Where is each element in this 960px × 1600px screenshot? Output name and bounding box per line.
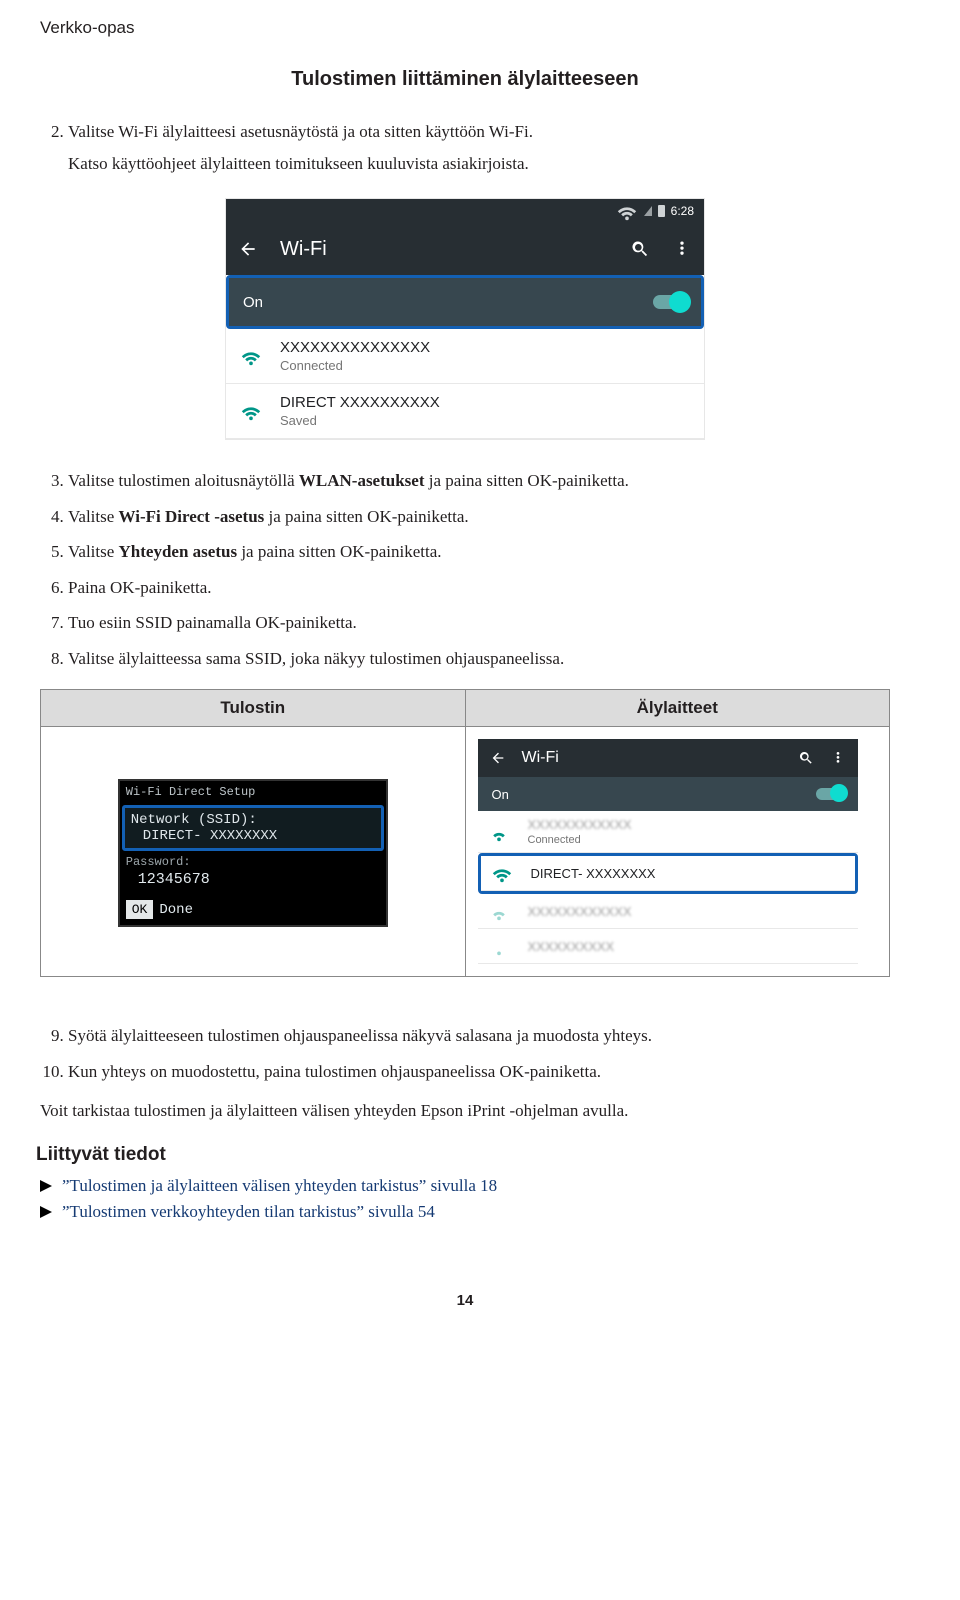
lcd-value: DIRECT- XXXXXXXX <box>131 828 375 844</box>
step-7: Tuo esiin SSID painamalla OK-painiketta. <box>68 610 890 636</box>
lcd-done: Done <box>159 902 193 918</box>
t: ja paina sitten OK-painiketta. <box>264 507 468 526</box>
phone-header: Wi-Fi <box>226 223 704 275</box>
t: Valitse tulostimen aloitusnäytöllä <box>68 471 299 490</box>
network-ssid: XXXXXXXXXXXXXXX <box>280 339 430 356</box>
wifi-icon <box>240 400 262 422</box>
doc-title: Verkko-opas <box>40 18 890 38</box>
step-10: Kun yhteys on muodostettu, paina tulosti… <box>68 1059 890 1085</box>
on-toggle-highlight: On <box>226 275 704 329</box>
lcd-value: 12345678 <box>120 871 386 894</box>
th-printer: Tulostin <box>41 690 466 727</box>
related-item-2: ”Tulostimen verkkoyhteyden tilan tarkist… <box>40 1202 890 1222</box>
lcd-highlight: Network (SSID): DIRECT- XXXXXXXX <box>122 805 384 851</box>
lcd-label: Password: <box>120 853 386 871</box>
related-item-1: ”Tulostimen ja älylaitteen välisen yhtey… <box>40 1176 890 1196</box>
printer-lcd: Wi-Fi Direct Setup Network (SSID): DIREC… <box>118 779 388 927</box>
on-row[interactable]: On <box>229 278 701 326</box>
search-icon[interactable] <box>630 239 650 259</box>
td-device: Wi-Fi On <box>465 727 890 977</box>
wifi-icon <box>488 900 510 922</box>
direct-highlight: DIRECT- XXXXXXXX <box>478 853 858 894</box>
network-ssid: DIRECT XXXXXXXXXX <box>280 394 440 411</box>
td-printer: Wi-Fi Direct Setup Network (SSID): DIREC… <box>41 727 466 977</box>
lcd-ok: OK <box>126 900 154 919</box>
step-5: Valitse Yhteyden asetus ja paina sitten … <box>68 539 890 565</box>
t: Valitse <box>68 542 119 561</box>
arrow-icon <box>40 1180 52 1192</box>
lcd-label: Network (SSID): <box>131 812 375 828</box>
step-list-c: Syötä älylaitteeseen tulostimen ohjauspa… <box>68 1023 890 1084</box>
closing-para: Voit tarkistaa tulostimen ja älylaitteen… <box>40 1098 890 1124</box>
related-title: Liittyvät tiedot <box>36 1144 890 1166</box>
step-4: Valitse Wi-Fi Direct -asetus ja paina si… <box>68 504 890 530</box>
related-link-2[interactable]: ”Tulostimen verkkoyhteyden tilan tarkist… <box>62 1202 435 1222</box>
network-status: Saved <box>280 413 440 428</box>
t: ja paina sitten OK-painiketta. <box>237 542 441 561</box>
th-device: Älylaitteet <box>465 690 890 727</box>
wifi-icon <box>488 935 510 957</box>
search-icon[interactable] <box>798 750 814 766</box>
ssid-blur: XXXXXXXXXX <box>528 939 615 954</box>
wifi-small-icon <box>616 200 638 222</box>
t: Yhteyden asetus <box>119 542 238 561</box>
on-label: On <box>243 294 263 311</box>
network-row-2[interactable]: DIRECT XXXXXXXXXX Saved <box>226 384 704 439</box>
on-label: On <box>492 787 509 802</box>
phone-header: Wi-Fi <box>478 739 858 777</box>
step-9: Syötä älylaitteeseen tulostimen ohjauspa… <box>68 1023 890 1049</box>
phone-figure-1: 6:28 Wi-Fi On <box>225 198 705 440</box>
step-2-text: Valitse Wi-Fi älylaitteesi asetusnäytöst… <box>68 122 533 141</box>
network-ssid: DIRECT- XXXXXXXX <box>531 866 656 881</box>
phone-statusbar: 6:28 <box>226 199 704 223</box>
network-row-1[interactable]: XXXXXXXXXXXXXXX Connected <box>226 329 704 384</box>
section-title: Tulostimen liittäminen älylaitteeseen <box>40 68 890 91</box>
network-row-direct[interactable]: DIRECT- XXXXXXXX <box>481 856 855 891</box>
on-row[interactable]: On <box>478 777 858 811</box>
step-6: Paina OK-painiketta. <box>68 575 890 601</box>
t: Valitse <box>68 507 119 526</box>
battery-icon <box>658 205 665 217</box>
back-icon[interactable] <box>238 239 258 259</box>
page-number: 14 <box>40 1292 890 1309</box>
network-row-blur-1[interactable]: XXXXXXXXXXXX Connected <box>478 811 858 853</box>
phone-figure-2: Wi-Fi On <box>478 739 858 964</box>
ssid-blur: XXXXXXXXXXXX <box>528 817 632 832</box>
t: ja paina sitten OK-painiketta. <box>425 471 629 490</box>
step-3: Valitse tulostimen aloitusnäytöllä WLAN-… <box>68 468 890 494</box>
network-row-blur-2[interactable]: XXXXXXXXXXXX <box>478 894 858 929</box>
wifi-icon <box>491 862 513 884</box>
related-list: ”Tulostimen ja älylaitteen välisen yhtey… <box>40 1176 890 1222</box>
more-icon[interactable] <box>672 239 692 259</box>
related-link-1[interactable]: ”Tulostimen ja älylaitteen välisen yhtey… <box>62 1176 497 1196</box>
wifi-icon <box>488 821 510 843</box>
clock-text: 6:28 <box>671 204 694 218</box>
back-icon[interactable] <box>490 750 506 766</box>
phone-title: Wi-Fi <box>522 749 559 767</box>
step-8: Valitse älylaitteessa sama SSID, joka nä… <box>68 646 890 672</box>
wifi-toggle[interactable] <box>653 295 687 309</box>
lcd-title: Wi-Fi Direct Setup <box>120 781 386 803</box>
more-icon[interactable] <box>830 750 846 766</box>
step-list-a: Valitse Wi-Fi älylaitteesi asetusnäytöst… <box>68 119 890 176</box>
wifi-icon <box>240 345 262 367</box>
step-2-sub: Katso käyttöohjeet älylaitteen toimituks… <box>68 151 890 177</box>
arrow-icon <box>40 1206 52 1218</box>
phone-title: Wi-Fi <box>280 238 327 261</box>
network-row-blur-3[interactable]: XXXXXXXXXX <box>478 929 858 964</box>
signal-icon <box>644 206 652 216</box>
wifi-toggle[interactable] <box>816 788 844 800</box>
network-status: Connected <box>528 834 632 846</box>
t: WLAN-asetukset <box>299 471 425 490</box>
ssid-blur: XXXXXXXXXXXX <box>528 904 632 919</box>
step-2: Valitse Wi-Fi älylaitteesi asetusnäytöst… <box>68 119 890 176</box>
compare-table: Tulostin Älylaitteet Wi-Fi Direct Setup … <box>40 689 890 977</box>
step-list-b: Valitse tulostimen aloitusnäytöllä WLAN-… <box>68 468 890 671</box>
t: Wi-Fi Direct -asetus <box>119 507 265 526</box>
network-status: Connected <box>280 358 430 373</box>
